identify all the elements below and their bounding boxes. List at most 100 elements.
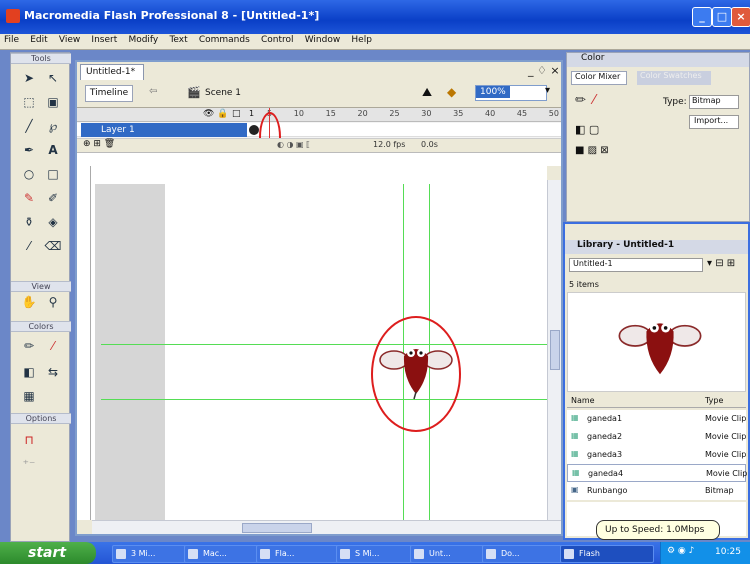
library-item[interactable]: ▦ ganeda2 Movie Clip: [567, 428, 746, 446]
smooth-option-icon[interactable]: ⁺⁻: [19, 455, 39, 473]
maximize-button[interactable]: □: [712, 7, 732, 27]
taskbar-item-active[interactable]: Flash: [560, 545, 654, 563]
brush-tool-icon[interactable]: ✐: [43, 189, 63, 207]
stroke-pencil-icon[interactable]: ✏: [575, 93, 586, 108]
back-arrow-icon[interactable]: ⇦: [149, 86, 157, 97]
library-item-selected[interactable]: ▦ ganeda4 Movie Clip: [567, 464, 747, 482]
import-button[interactable]: Import...: [689, 115, 739, 129]
options-section-label: Options: [11, 413, 71, 424]
frame-number: 15: [325, 109, 336, 118]
ink-bottle-tool-icon[interactable]: ⚱: [19, 213, 39, 231]
library-document-select[interactable]: Untitled-1: [569, 258, 703, 272]
frame-number: 10: [293, 109, 304, 118]
taskbar-item[interactable]: Do...: [482, 545, 570, 563]
rectangle-tool-icon[interactable]: □: [43, 165, 63, 183]
stage-area[interactable]: [77, 166, 547, 520]
frame-number: 40: [485, 109, 496, 118]
add-layer-icons[interactable]: ⊕ ⊞ 🗑: [83, 139, 115, 149]
library-title[interactable]: Library - Untitled-1: [565, 240, 748, 254]
fill-transform-tool-icon[interactable]: ▣: [43, 93, 63, 111]
menu-file[interactable]: File: [0, 34, 23, 46]
pen-tool-icon[interactable]: ✒: [19, 141, 39, 159]
eye-icon[interactable]: 👁: [203, 109, 214, 119]
horizontal-guide-top[interactable]: [101, 344, 547, 345]
horizontal-guide-bottom[interactable]: [101, 399, 547, 400]
zoom-dropdown-icon[interactable]: ▾: [545, 85, 550, 96]
movieclip-icon: ▦: [571, 449, 579, 458]
eyedropper-tool-icon[interactable]: ⁄: [19, 237, 39, 255]
library-item-type: Movie Clip: [705, 432, 747, 441]
stage-horizontal-scrollbar[interactable]: [92, 520, 561, 534]
library-item[interactable]: ▦ ganeda3 Movie Clip: [567, 446, 746, 464]
arrow-tool-icon[interactable]: ➤: [19, 69, 39, 87]
document-window-controls[interactable]: _ ♢ ×: [528, 64, 560, 77]
column-name[interactable]: Name: [571, 396, 595, 405]
tray-icons[interactable]: ⚙ ◉ ♪: [667, 546, 694, 556]
timeline-toggle-button[interactable]: Timeline: [85, 85, 133, 102]
fill-color-icon[interactable]: ⁄: [43, 337, 63, 355]
eraser-tool-icon[interactable]: ⌫: [43, 237, 63, 255]
vertical-scroll-thumb[interactable]: [550, 330, 560, 370]
clock: 10:25: [715, 547, 741, 557]
default-colors-icon[interactable]: ◧: [19, 363, 39, 381]
start-button[interactable]: start: [0, 542, 96, 564]
no-color-icon[interactable]: ▦: [19, 387, 39, 405]
edit-symbols-icon[interactable]: ◆: [447, 85, 456, 99]
library-item-type: Movie Clip: [705, 414, 747, 423]
swap-icons[interactable]: ◧ ▢: [575, 123, 599, 136]
type-select[interactable]: Bitmap: [689, 95, 739, 109]
pasteboard: [95, 184, 165, 520]
menu-view[interactable]: View: [55, 34, 84, 46]
flash-app-icon: [6, 9, 20, 23]
menu-insert[interactable]: Insert: [87, 34, 121, 46]
taskbar-item[interactable]: Fla...: [256, 545, 348, 563]
zoom-select[interactable]: 100%: [475, 85, 547, 101]
text-tool-icon[interactable]: A: [43, 141, 63, 159]
zoom-tool-icon[interactable]: ⚲: [43, 293, 63, 311]
free-transform-tool-icon[interactable]: ⬚: [19, 93, 39, 111]
menu-window[interactable]: Window: [301, 34, 345, 46]
stage-vertical-scrollbar[interactable]: [547, 180, 561, 520]
menu-edit[interactable]: Edit: [26, 34, 51, 46]
onion-skin-icons[interactable]: ◐ ◑ ▣ ⟦: [277, 140, 310, 149]
tab-color-mixer[interactable]: Color Mixer: [571, 71, 627, 85]
snap-magnet-icon[interactable]: ⊓: [19, 431, 39, 449]
tab-color-swatches[interactable]: Color Swatches: [637, 71, 711, 85]
library-item-name: ganeda1: [587, 414, 623, 423]
close-button[interactable]: ×: [731, 7, 750, 27]
bug-movieclip-instance[interactable]: [379, 338, 453, 400]
paint-bucket-tool-icon[interactable]: ◈: [43, 213, 63, 231]
swap-colors-icon[interactable]: ⇆: [43, 363, 63, 381]
menu-help[interactable]: Help: [347, 34, 376, 46]
stroke-color-icon[interactable]: ✏: [19, 337, 39, 355]
library-item[interactable]: ▣ Runbango Bitmap: [567, 482, 746, 500]
library-item[interactable]: ▦ ganeda1 Movie Clip: [567, 410, 746, 428]
frame-number: 25: [389, 109, 400, 118]
menu-commands[interactable]: Commands: [195, 34, 254, 46]
pencil-tool-icon[interactable]: ✎: [19, 189, 39, 207]
subselect-tool-icon[interactable]: ↖: [43, 69, 63, 87]
column-type[interactable]: Type: [705, 396, 723, 405]
menu-text[interactable]: Text: [165, 34, 191, 46]
menu-control[interactable]: Control: [257, 34, 298, 46]
type-label: Type:: [663, 97, 687, 107]
system-tray: ⚙ ◉ ♪ 10:25: [660, 542, 750, 564]
edit-scene-icon[interactable]: ⛰: [422, 85, 432, 100]
line-tool-icon[interactable]: ╱: [19, 117, 39, 135]
minimize-button[interactable]: _: [692, 7, 712, 27]
layer-1-name[interactable]: Layer 1: [81, 123, 247, 137]
outline-icon[interactable]: □: [232, 109, 241, 119]
horizontal-scroll-thumb[interactable]: [242, 523, 312, 533]
lasso-tool-icon[interactable]: ℘: [43, 117, 63, 135]
color-panel-title[interactable]: Color: [567, 53, 749, 67]
window-title: Macromedia Flash Professional 8 - [Untit…: [24, 9, 320, 22]
hand-tool-icon[interactable]: ✋: [19, 293, 39, 311]
menu-modify[interactable]: Modify: [124, 34, 162, 46]
library-options-icons[interactable]: ▾ ⊟ ⊞: [707, 258, 735, 269]
fill-pencil-icon[interactable]: ⁄: [593, 93, 595, 108]
document-tab[interactable]: Untitled-1*: [80, 64, 144, 80]
oval-tool-icon[interactable]: ○: [19, 165, 39, 183]
lock-icon[interactable]: 🔒: [217, 109, 228, 119]
keyframe[interactable]: [249, 125, 259, 135]
color-mode-icons[interactable]: ■ ▨ ⊠: [575, 145, 609, 156]
